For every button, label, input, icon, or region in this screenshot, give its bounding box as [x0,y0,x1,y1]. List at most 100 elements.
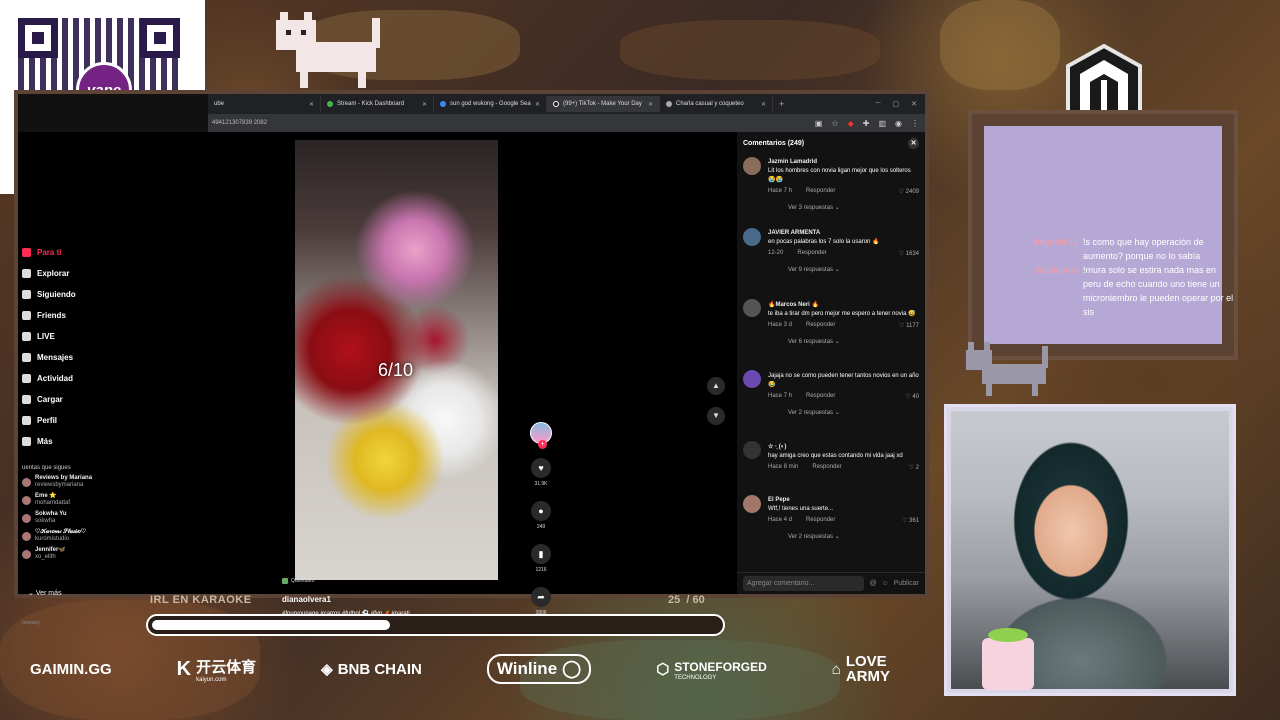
video-author[interactable]: dianaolvera1 [282,595,331,604]
like-heart-icon[interactable]: ♡ 2409 [899,188,919,195]
upload-icon [22,395,31,404]
tab-charla[interactable]: Charla casual y coqueteo ✕ [660,96,773,112]
view-replies-button[interactable]: Ver 6 respuestas ⌄ [768,338,919,345]
sidebar-icon[interactable]: ▥ [878,119,886,128]
profile-icon[interactable]: ◉ [895,119,902,128]
like-heart-icon[interactable]: ♡ 361 [902,517,919,524]
more-icon [22,437,31,446]
google-icon [440,101,446,107]
menu-kebab-icon[interactable]: ⋮ [911,119,919,128]
close-icon[interactable]: ✕ [535,101,540,108]
view-replies-button[interactable]: Ver 2 respuestas ⌄ [768,409,919,416]
following-item[interactable]: Eme ⭐ mohamdattaf [22,493,142,507]
sponsor-kaiyun: K 开云体育 kaiyun.com [176,657,257,683]
chat-message: Bastianmd !mura solo se estira nada mas e… [1035,265,1234,317]
comment-bubble-icon[interactable]: ● [531,501,551,521]
mention-icon[interactable]: @ [869,580,876,587]
goal-count: 25 / 60 [668,594,705,606]
tab-google-search[interactable]: sun god wukong - Google Sea ✕ [434,96,547,112]
tab-youtube[interactable]: ube ✕ [208,96,321,112]
tab-kick-dashboard[interactable]: Stream - Kick Dashboard ✕ [321,96,434,112]
reply-button[interactable]: Responder [806,188,835,195]
love-army-logo-icon: ⌂ [831,660,841,678]
nav-perfil[interactable]: Perfil [22,410,142,431]
goal-label: IRL EN KARAOKE [150,594,252,606]
chat-message: diegoalle11 !s como que hay operación de … [1032,237,1204,261]
avatar[interactable] [743,495,761,513]
close-icon[interactable]: ✕ [761,101,766,108]
reply-button[interactable]: Responder [812,464,841,471]
avatar[interactable] [743,299,761,317]
avatar[interactable] [743,157,761,175]
close-icon[interactable]: ✕ [908,137,919,149]
chat-messages: diegoalle11 !s como que hay operación de … [1020,235,1235,319]
avatar[interactable] [743,370,761,388]
address-bar[interactable]: 494121307839 2082 ▣ ☆ ◆ ✚ ▥ ◉ ⋮ [208,114,925,132]
nav-cargar[interactable]: Cargar [22,389,142,410]
comment-count: 249 [536,524,546,530]
nav-mensajes[interactable]: Mensajes [22,347,142,368]
like-heart-icon[interactable]: ♡ 1634 [899,250,919,257]
nav-mas[interactable]: Más [22,431,142,452]
message-icon [22,353,31,362]
reply-button[interactable]: Responder [806,517,835,524]
bookmark-star-icon[interactable]: ☆ [831,119,838,128]
maximize-icon[interactable]: ▢ [893,100,900,108]
avatar[interactable] [743,441,761,459]
following-item[interactable]: ♡𝒦𝓊𝓇𝑜𝓂𝒾 𝒮𝓉𝓊𝒹𝒾𝑜♡ kuromistudio [22,529,142,543]
qr-finder-top-right [140,18,180,58]
close-icon[interactable]: ✕ [422,101,427,108]
like-heart-icon[interactable]: ♡ 1177 [899,322,919,329]
reply-button[interactable]: Responder [806,322,835,329]
creator-badge: Quontitaro [282,578,314,584]
nav-siguiendo[interactable]: Siguiendo [22,284,142,305]
tab-bar: ube ✕ Stream - Kick Dashboard ✕ sun god wu… [208,94,925,114]
view-replies-button[interactable]: Ver 3 respuestas ⌄ [768,204,919,211]
nav-friends[interactable]: Friends [22,305,142,326]
share-arrow-icon[interactable]: ➦ [531,587,551,607]
window-close-icon[interactable]: ✕ [911,100,917,108]
creator-avatar[interactable]: + [530,422,552,449]
nav-para-ti[interactable]: Para ti [22,242,142,263]
post-button[interactable]: Publicar [894,580,919,587]
like-heart-icon[interactable]: ♥ [531,458,551,478]
sponsor-gaimin: GAIMIN.GG [30,660,112,678]
close-icon[interactable]: ✕ [309,101,314,108]
tiktok-icon [553,101,559,107]
action-rail: + ♥ 31.9K ● 249 ▮ 1216 ➦ 2806 [528,422,554,616]
minimize-icon[interactable]: ─ [876,100,881,108]
following-item[interactable]: Jennifer🦋 xo_elith [22,547,142,561]
sponsor-winline: Winline ◯ [486,654,592,684]
nav-explorar[interactable]: Explorar [22,263,142,284]
comment: 🔥Marcos Neri 🔥 te iba a tirar dm pero me… [737,296,925,367]
reply-button[interactable]: Responder [797,250,826,257]
puzzle-icon[interactable]: ✚ [863,119,870,128]
ver-mas-link[interactable]: ⌄ Ver más [28,589,62,597]
following-item[interactable]: Sokwha Yu sokwha [22,511,142,525]
extension-icon[interactable]: ◆ [848,119,854,128]
comment-input[interactable]: Agregar comentario... [743,576,865,591]
follow-plus-icon[interactable]: + [538,440,547,449]
comment-composer: Agregar comentario... @ ☺ Publicar [737,572,925,594]
chevron-down-icon[interactable]: ▼ [707,407,725,425]
tab-tiktok[interactable]: (99+) TikTok - Make Your Day ✕ [547,96,660,112]
avatar [22,549,31,559]
cast-icon[interactable]: ▣ [815,119,823,128]
avatar[interactable] [743,228,761,246]
like-heart-icon[interactable]: ♡ 40 [905,393,919,400]
tiktok-page: Para ti Explorar Siguiendo Friends LIVE … [18,132,925,626]
nav-live[interactable]: LIVE [22,326,142,347]
view-replies-button[interactable]: Ver 9 respuestas ⌄ [768,266,919,273]
emoji-icon[interactable]: ☺ [882,580,889,587]
bookmark-icon[interactable]: ▮ [531,544,551,564]
sponsor-bnb: ◈ BNB CHAIN [321,660,422,679]
view-replies-button[interactable]: Ver 2 respuestas ⌄ [768,533,919,540]
following-item[interactable]: Reviews by Mariana reviewsbymariana [22,475,142,489]
nav-actividad[interactable]: Actividad [22,368,142,389]
chevron-up-icon[interactable]: ▲ [707,377,725,395]
like-count: 31.9K [534,481,548,487]
reply-button[interactable]: Responder [806,393,835,400]
new-tab-icon[interactable]: + [779,99,784,109]
close-icon[interactable]: ✕ [648,101,653,108]
like-heart-icon[interactable]: ♡ 2 [909,464,919,471]
